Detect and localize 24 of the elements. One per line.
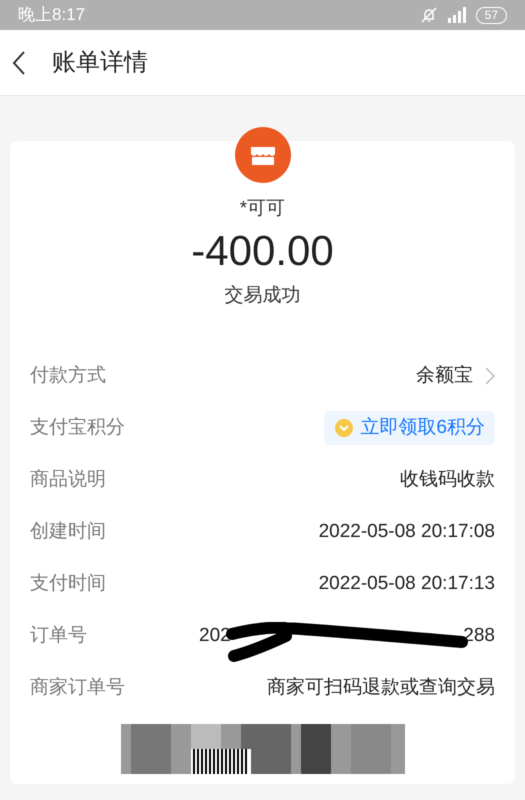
detail-label: 付款方式 [30,364,106,388]
detail-label: 支付时间 [30,572,106,596]
status-text: 交易成功 [224,284,300,308]
amount-text: -400.00 [191,226,334,276]
payment-method-link[interactable]: 余额宝 [416,362,495,390]
coin-icon [334,418,354,438]
page-title: 账单详情 [52,48,148,78]
detail-value: 商家可扫码退款或查询交易 [267,676,495,700]
chevron-right-icon [485,367,495,385]
status-time: 晚上8:17 [18,4,86,26]
detail-value: 2022-05-08 20:17:08 [318,520,495,544]
detail-value: 收钱码收款 [400,468,495,492]
detail-label: 订单号 [30,624,87,648]
detail-value: 2022-05-08 20:17:13 [318,572,495,596]
order-number-end: 288 [463,624,495,648]
detail-label: 商家订单号 [30,676,125,700]
battery-indicator: 57 [476,6,507,24]
detail-label: 创建时间 [30,520,106,544]
claim-points-button[interactable]: 立即领取6积分 [324,411,495,445]
signal-icon [446,6,468,24]
muted-bell-icon [420,6,438,24]
detail-label: 商品说明 [30,468,106,492]
detail-label: 支付宝积分 [30,416,125,440]
merchant-name: *可可 [240,197,286,221]
